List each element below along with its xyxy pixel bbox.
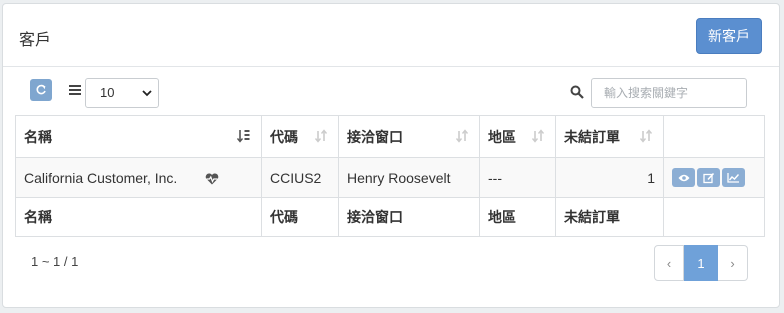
edit-button[interactable] — [697, 168, 720, 187]
pagination-info: 1 ~ 1 / 1 — [31, 254, 79, 269]
view-button[interactable] — [672, 168, 695, 187]
table-header-row: 名稱 代碼 接洽窗口 地區 未結訂單 — [15, 115, 765, 158]
table-row[interactable]: California Customer, Inc. CCIUS2 Henry R… — [15, 157, 765, 198]
cell-name: California Customer, Inc. — [15, 157, 262, 198]
page-1-button[interactable]: 1 — [684, 245, 718, 281]
panel-header: 客戶 新客戶 — [3, 4, 779, 67]
sort-icon — [455, 129, 469, 143]
pagination: ‹ 1 › — [654, 245, 748, 281]
sort-icon — [314, 129, 328, 143]
refresh-icon — [36, 84, 46, 95]
column-header-code[interactable]: 代碼 — [261, 115, 339, 158]
chevron-down-icon — [142, 90, 152, 97]
page-size-select[interactable]: 10 — [85, 78, 159, 108]
page-title: 客戶 — [19, 32, 52, 49]
table-footer-row: 名稱 代碼 接洽窗口 地區 未結訂單 — [15, 197, 765, 237]
column-header-open-orders[interactable]: 未結訂單 — [555, 115, 664, 158]
search-icon — [570, 85, 584, 99]
sort-icon — [531, 129, 545, 143]
new-customer-button[interactable]: 新客戶 — [696, 18, 762, 54]
column-header-name[interactable]: 名稱 — [15, 115, 262, 158]
column-header-region[interactable]: 地區 — [479, 115, 556, 158]
list-icon — [69, 85, 81, 97]
sort-icon — [639, 129, 653, 143]
column-header-actions — [663, 115, 765, 158]
table-toolbar: 10 — [0, 76, 784, 110]
stats-button[interactable] — [722, 168, 745, 187]
cell-actions — [663, 157, 765, 198]
customers-table: 名稱 代碼 接洽窗口 地區 未結訂單 California Customer, … — [15, 115, 765, 237]
search-input[interactable] — [591, 78, 747, 108]
heartbeat-icon — [205, 173, 219, 185]
cell-code: CCIUS2 — [261, 157, 339, 198]
refresh-button[interactable] — [30, 79, 52, 101]
cell-region: --- — [479, 157, 556, 198]
footer-name: 名稱 — [15, 197, 262, 237]
footer-code: 代碼 — [261, 197, 339, 237]
eye-icon — [678, 174, 689, 181]
column-header-contact[interactable]: 接洽窗口 — [338, 115, 480, 158]
footer-region: 地區 — [479, 197, 556, 237]
page-size-value: 10 — [100, 85, 115, 100]
line-chart-icon — [727, 173, 740, 183]
footer-open-orders: 未結訂單 — [555, 197, 664, 237]
cell-contact: Henry Roosevelt — [338, 157, 480, 198]
footer-contact: 接洽窗口 — [338, 197, 480, 237]
sort-alpha-icon — [237, 130, 250, 143]
cell-open-orders: 1 — [555, 157, 664, 198]
footer-actions — [663, 197, 765, 237]
next-page-button[interactable]: › — [718, 245, 748, 281]
edit-icon — [702, 172, 714, 183]
previous-page-button[interactable]: ‹ — [654, 245, 684, 281]
